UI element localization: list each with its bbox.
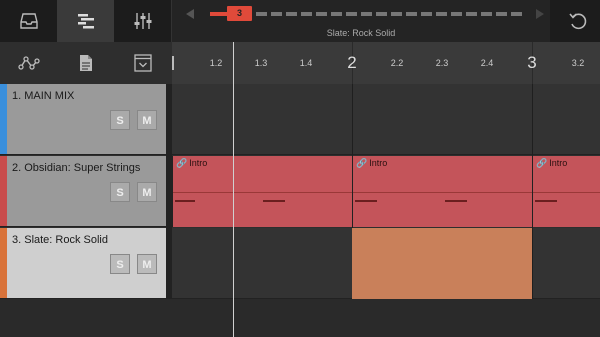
inbox-icon xyxy=(19,13,38,29)
top-toolbar: 3 Slate: Rock Solid xyxy=(0,0,600,42)
position-segment xyxy=(451,12,462,16)
position-segment xyxy=(391,12,402,16)
position-segment xyxy=(376,12,387,16)
ruler-label: 2.3 xyxy=(435,58,449,68)
strings-clip[interactable]: 🔗 Intro xyxy=(172,156,352,227)
clip-label: 🔗 Intro xyxy=(356,158,387,169)
tools-row xyxy=(0,42,172,84)
position-segment xyxy=(496,12,507,16)
clip-name: Intro xyxy=(369,158,388,168)
midi-note xyxy=(535,200,557,202)
ruler-label: 1.4 xyxy=(299,58,313,68)
mixer-sliders-icon xyxy=(134,13,151,29)
dropdown-window-icon xyxy=(133,54,152,72)
position-segment xyxy=(301,12,312,16)
position-segment xyxy=(406,12,417,16)
song-position-bar[interactable]: 3 xyxy=(210,6,522,21)
inbox-button[interactable] xyxy=(0,0,57,42)
clip-name: Intro xyxy=(549,158,568,168)
mixer-button[interactable] xyxy=(114,0,171,42)
ruler-label: 2.2 xyxy=(390,58,404,68)
arrange-icon xyxy=(77,14,94,29)
document-icon xyxy=(79,55,92,71)
timeline-ruler[interactable]: 1.2 1.3 1.4 2 2.2 2.3 2.4 3 3.2 xyxy=(172,42,600,84)
position-segment xyxy=(466,12,477,16)
ruler-label: 2 xyxy=(347,53,357,72)
undo-icon xyxy=(569,13,587,30)
track-name: 1. MAIN MIX xyxy=(12,90,75,102)
clip-name: Intro xyxy=(189,158,208,168)
clip-divider xyxy=(533,192,600,193)
position-segment xyxy=(481,12,492,16)
ruler-label: 3 xyxy=(527,53,537,72)
document-button[interactable] xyxy=(57,42,114,84)
automation-nodes-icon xyxy=(17,56,40,70)
position-segment xyxy=(346,12,357,16)
mute-button[interactable]: M xyxy=(137,254,157,274)
track-header-super-strings[interactable]: 2. Obsidian: Super Strings S M xyxy=(0,156,166,227)
track-lane-main-mix[interactable] xyxy=(172,84,600,155)
solo-button[interactable]: S xyxy=(110,182,130,202)
window-menu-button[interactable] xyxy=(114,42,171,84)
position-segment xyxy=(361,12,372,16)
midi-note xyxy=(445,200,467,202)
position-segment xyxy=(271,12,282,16)
track-name: 3. Slate: Rock Solid xyxy=(12,234,108,246)
track-color-strip xyxy=(0,228,7,298)
mute-button[interactable]: M xyxy=(137,110,157,130)
drum-clip[interactable] xyxy=(352,228,532,299)
ruler-label: 1.2 xyxy=(209,58,223,68)
track-color-strip xyxy=(0,84,7,154)
solo-button[interactable]: S xyxy=(110,254,130,274)
midi-note xyxy=(175,200,195,202)
track-header-rock-solid[interactable]: 3. Slate: Rock Solid S M xyxy=(0,228,166,299)
strings-clip[interactable]: 🔗 Intro xyxy=(352,156,532,227)
empty-header-area xyxy=(0,299,172,337)
link-icon: 🔗 xyxy=(176,158,188,168)
clip-label: 🔗 Intro xyxy=(536,158,567,169)
position-segment xyxy=(256,12,267,16)
automation-button[interactable] xyxy=(0,42,57,84)
mute-button[interactable]: M xyxy=(137,182,157,202)
empty-lane-area[interactable] xyxy=(172,299,600,337)
ruler-label: 1.3 xyxy=(254,58,268,68)
undo-button[interactable] xyxy=(556,0,600,42)
position-segment xyxy=(436,12,447,16)
track-header-main-mix[interactable]: 1. MAIN MIX S M xyxy=(0,84,166,155)
position-segment xyxy=(331,12,342,16)
bar-marker[interactable]: 3 xyxy=(227,6,252,21)
track-name: 2. Obsidian: Super Strings xyxy=(12,162,141,174)
link-icon: 🔗 xyxy=(536,158,548,168)
previous-arrow-icon[interactable] xyxy=(186,9,194,19)
track-color-strip xyxy=(0,156,7,226)
loop-start-marker[interactable] xyxy=(172,56,174,70)
position-segment xyxy=(286,12,297,16)
ruler-label: 2.4 xyxy=(480,58,494,68)
playhead[interactable] xyxy=(233,42,234,337)
transport-bar[interactable]: 3 Slate: Rock Solid xyxy=(172,0,550,42)
current-track-title: Slate: Rock Solid xyxy=(326,28,396,38)
position-segment xyxy=(511,12,522,16)
midi-note xyxy=(263,200,285,202)
arrange-area[interactable]: 🔗 Intro 🔗 Intro 🔗 Intro xyxy=(172,84,600,337)
clip-label: 🔗 Intro xyxy=(176,158,207,169)
link-icon: 🔗 xyxy=(356,158,368,168)
next-arrow-icon[interactable] xyxy=(536,9,544,19)
midi-note xyxy=(355,200,377,202)
ruler-label: 3.2 xyxy=(571,58,585,68)
arrange-view-button[interactable] xyxy=(57,0,114,42)
strings-clip[interactable]: 🔗 Intro xyxy=(532,156,600,227)
clip-divider xyxy=(173,192,352,193)
position-segment xyxy=(421,12,432,16)
clip-divider xyxy=(353,192,532,193)
position-segment xyxy=(316,12,327,16)
solo-button[interactable]: S xyxy=(110,110,130,130)
